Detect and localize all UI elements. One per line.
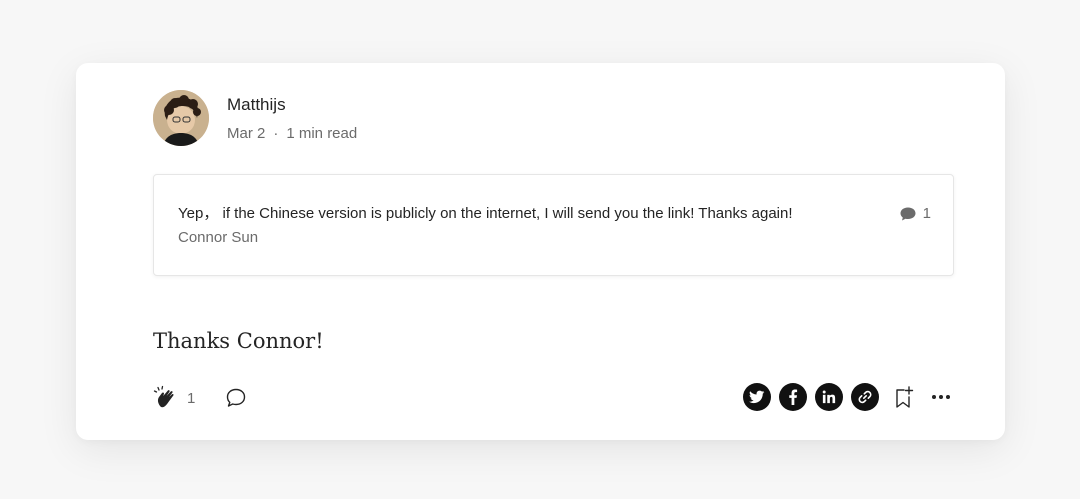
author-name[interactable]: Matthijs <box>227 95 357 115</box>
quoted-response-author: Connor Sun <box>178 229 259 246</box>
bookmark-add-icon <box>896 386 914 408</box>
twitter-icon[interactable] <box>743 383 771 411</box>
quoted-response-count[interactable]: 1 <box>899 205 931 222</box>
clap-icon <box>153 385 174 408</box>
quoted-response-text: Yep， if the Chinese version is publicly … <box>178 205 793 222</box>
avatar[interactable] <box>153 90 209 146</box>
linkedin-icon[interactable] <box>815 383 843 411</box>
speech-bubble-icon <box>900 207 916 220</box>
facebook-icon[interactable] <box>779 383 807 411</box>
more-button[interactable] <box>931 394 951 400</box>
more-icon <box>932 395 950 399</box>
author-meta: Matthijs Mar 2 · 1 min read <box>227 95 357 143</box>
clap-button[interactable]: 1 <box>153 385 195 411</box>
post-meta: Mar 2 · 1 min read <box>227 125 357 143</box>
engagement-actions: 1 <box>153 385 247 411</box>
response-card: Matthijs Mar 2 · 1 min read Yep， if the … <box>76 63 1005 440</box>
response-body: Thanks Connor! <box>153 329 324 353</box>
clap-count: 1 <box>187 389 196 407</box>
read-time: 1 min read <box>286 125 358 142</box>
comment-icon <box>227 388 246 407</box>
post-date[interactable]: Mar 2 <box>227 125 265 143</box>
link-icon[interactable] <box>851 383 879 411</box>
comment-button[interactable] <box>225 387 247 409</box>
quoted-response-count-label: 1 <box>922 205 931 222</box>
meta-separator: · <box>273 125 279 142</box>
quoted-response[interactable]: Yep， if the Chinese version is publicly … <box>153 174 954 276</box>
bookmark-button[interactable] <box>893 385 915 409</box>
share-actions <box>743 383 951 411</box>
author-row: Matthijs Mar 2 · 1 min read <box>153 90 357 146</box>
